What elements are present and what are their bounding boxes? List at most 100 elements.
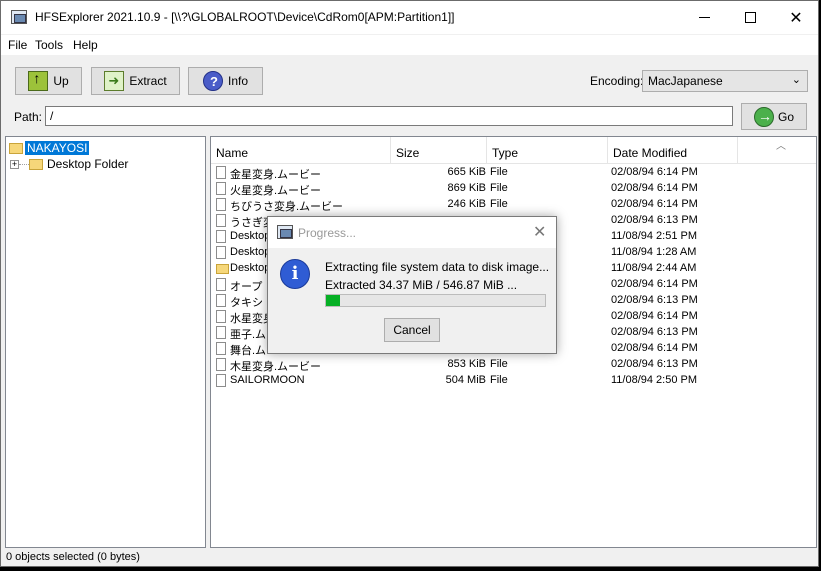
maximize-icon xyxy=(744,12,756,23)
toolbar: Up Extract Info Encoding: MacJapanese ⌄ xyxy=(1,56,818,102)
path-input[interactable]: / xyxy=(45,106,733,126)
status-bar: 0 objects selected (0 bytes) xyxy=(6,551,140,563)
cell-date: 02/08/94 6:14 PM xyxy=(611,310,698,322)
column-type[interactable]: Type xyxy=(487,137,608,164)
file-icon xyxy=(216,326,226,339)
sort-up-icon: ︿ xyxy=(776,141,786,152)
table-row[interactable]: ちびうさ変身.ムービー 246 KiB File 02/08/94 6:14 PM xyxy=(211,197,816,213)
progress-fill xyxy=(326,295,340,306)
file-icon xyxy=(216,374,226,387)
extract-button-label: Extract xyxy=(129,74,167,88)
cell-name: ちびうさ変身.ムービー xyxy=(230,201,344,213)
tree-connector xyxy=(19,163,29,165)
file-icon xyxy=(216,230,226,243)
menu-help[interactable]: Help xyxy=(73,38,98,52)
list-header: Name Size Type Date Modified ︿ xyxy=(211,137,816,164)
folder-tree[interactable]: NAKAYOSI + Desktop Folder xyxy=(5,136,206,548)
extract-icon xyxy=(104,71,125,91)
cell-date: 02/08/94 6:13 PM xyxy=(611,358,698,370)
chevron-down-icon: ⌄ xyxy=(791,74,801,86)
tree-root-label: NAKAYOSI xyxy=(25,141,90,155)
cell-type: File xyxy=(490,182,508,194)
folder-icon xyxy=(29,158,43,170)
column-size[interactable]: Size xyxy=(391,137,487,164)
progress-dialog: Progress... ✕ i Extracting file system d… xyxy=(267,216,557,354)
cancel-button[interactable]: Cancel xyxy=(384,318,440,342)
file-icon xyxy=(216,310,226,323)
cell-date: 02/08/94 6:14 PM xyxy=(611,166,698,178)
cell-name: Desktop xyxy=(230,246,271,258)
column-date-modified[interactable]: Date Modified xyxy=(608,137,738,164)
cell-name: Desktop xyxy=(230,230,271,242)
cell-date: 02/08/94 6:14 PM xyxy=(611,182,698,194)
file-icon xyxy=(216,198,226,211)
cell-type: File xyxy=(490,374,508,386)
menu-bar: File Tools Help xyxy=(1,35,818,55)
window-title: HFSExplorer 2021.10.9 - [\\?\GLOBALROOT\… xyxy=(35,10,455,24)
encoding-value: MacJapanese xyxy=(648,74,723,88)
expand-icon[interactable]: + xyxy=(10,159,19,169)
menu-file[interactable]: File xyxy=(8,38,27,52)
path-label: Path: xyxy=(14,110,43,124)
app-icon xyxy=(11,10,27,24)
table-row[interactable]: SAILORMOON 504 MiB File 11/08/94 2:50 PM xyxy=(211,373,816,389)
folder-up-icon xyxy=(28,70,49,91)
progress-bar xyxy=(325,294,546,307)
extract-button[interactable]: Extract xyxy=(91,67,180,95)
cell-name: 亜子.ム xyxy=(230,329,267,341)
table-row[interactable]: 火星変身.ムービー 869 KiB File 02/08/94 6:14 PM xyxy=(211,181,816,197)
path-bar: Path: / Go xyxy=(1,102,818,132)
cell-date: 02/08/94 6:13 PM xyxy=(611,214,698,226)
go-button[interactable]: Go xyxy=(741,103,807,130)
cell-date: 02/08/94 6:13 PM xyxy=(611,326,698,338)
cell-type: File xyxy=(490,166,508,178)
cell-type: File xyxy=(490,358,508,370)
file-icon xyxy=(216,358,226,371)
cell-name: オープ xyxy=(230,281,263,293)
close-button[interactable]: ✕ xyxy=(773,1,819,34)
cell-size: 853 KiB xyxy=(447,358,486,370)
cell-size: 504 MiB xyxy=(445,374,486,386)
tree-root[interactable]: NAKAYOSI xyxy=(9,140,90,156)
maximize-button[interactable] xyxy=(727,1,773,34)
menu-tools[interactable]: Tools xyxy=(35,38,63,52)
dialog-close-icon[interactable]: ✕ xyxy=(533,222,546,242)
app-icon xyxy=(277,225,293,239)
cell-name: 木星変身.ムービー xyxy=(230,361,322,373)
cell-size: 869 KiB xyxy=(447,182,486,194)
title-bar: HFSExplorer 2021.10.9 - [\\?\GLOBALROOT\… xyxy=(1,1,818,34)
info-button[interactable]: Info xyxy=(188,67,263,95)
column-name[interactable]: Name xyxy=(211,137,391,164)
cell-date: 02/08/94 6:14 PM xyxy=(611,278,698,290)
cell-name: 金星変身.ムービー xyxy=(230,169,322,181)
tree-item-desktop-folder[interactable]: + Desktop Folder xyxy=(10,156,128,172)
cell-date: 02/08/94 6:14 PM xyxy=(611,198,698,210)
table-row[interactable]: 木星変身.ムービー 853 KiB File 02/08/94 6:13 PM xyxy=(211,357,816,373)
file-icon xyxy=(216,294,226,307)
main-window: HFSExplorer 2021.10.9 - [\\?\GLOBALROOT\… xyxy=(0,0,819,567)
go-arrow-icon xyxy=(753,106,774,127)
cell-date: 02/08/94 6:14 PM xyxy=(611,342,698,354)
table-row[interactable]: 金星変身.ムービー 665 KiB File 02/08/94 6:14 PM xyxy=(211,165,816,181)
encoding-select[interactable]: MacJapanese ⌄ xyxy=(642,70,808,92)
cell-date: 11/08/94 2:50 PM xyxy=(611,374,698,386)
cell-size: 665 KiB xyxy=(447,166,486,178)
up-button[interactable]: Up xyxy=(15,67,82,95)
up-button-label: Up xyxy=(53,74,69,88)
info-icon xyxy=(202,71,223,91)
file-icon xyxy=(216,214,226,227)
minimize-button[interactable] xyxy=(681,1,727,34)
cell-size: 246 KiB xyxy=(447,198,486,210)
folder-icon xyxy=(216,264,229,274)
tree-item-label: Desktop Folder xyxy=(47,157,129,171)
dialog-message: Extracting file system data to disk imag… xyxy=(325,260,550,274)
dialog-title-bar: Progress... ✕ xyxy=(268,217,556,248)
cell-name: タキシ xyxy=(230,297,263,309)
dialog-title: Progress... xyxy=(298,226,357,240)
folder-icon xyxy=(9,142,23,154)
file-icon xyxy=(216,246,226,259)
cell-name: SAILORMOON xyxy=(230,374,305,386)
file-icon xyxy=(216,166,226,179)
cell-name: 火星変身.ムービー xyxy=(230,185,322,197)
info-button-label: Info xyxy=(227,74,248,88)
